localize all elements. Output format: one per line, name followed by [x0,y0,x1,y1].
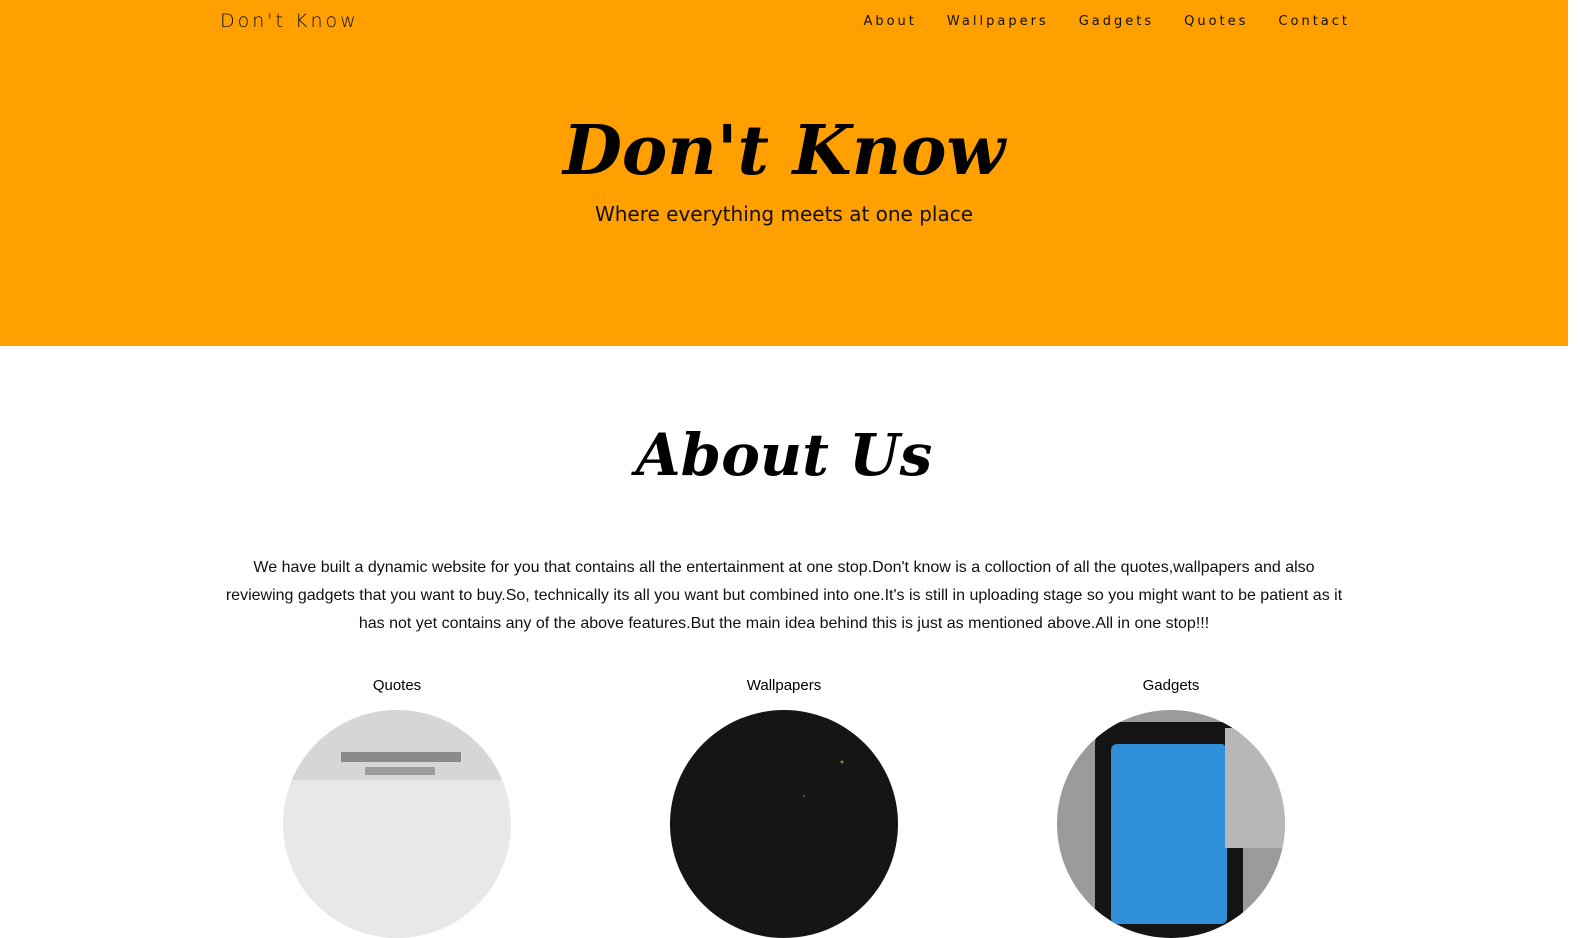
quotes-card: Quotes [247,675,547,938]
nav-link-quotes[interactable]: Quotes [1184,14,1248,29]
gadgets-card-label[interactable]: Gadgets [1021,675,1321,697]
gadgets-image[interactable] [1057,710,1285,938]
wallpapers-card: Wallpapers [634,675,934,938]
gadgets-image-graphic [1057,710,1285,938]
wallpapers-image[interactable] [670,710,898,938]
wallpapers-image-graphic [670,710,898,938]
nav-link-gadgets[interactable]: Gadgets [1079,14,1154,29]
quotes-card-label[interactable]: Quotes [247,675,547,697]
hero-title: Don't Know [562,111,1006,191]
top-nav: About Wallpapers Gadgets Quotes Contact [863,14,1350,29]
gadgets-card: Gadgets [1021,675,1321,938]
wallpapers-card-label[interactable]: Wallpapers [634,675,934,697]
about-text: We have built a dynamic website for you … [225,559,1343,632]
nav-link-contact[interactable]: Contact [1278,14,1350,29]
hero-banner: Don't Know About Wallpapers Gadgets Quot… [0,0,1568,346]
hero-subtitle: Where everything meets at one place [594,202,974,226]
nav-link-wallpapers[interactable]: Wallpapers [947,14,1049,29]
quotes-image[interactable] [283,710,511,938]
nav-link-about[interactable]: About [863,14,916,29]
brand-link[interactable]: Don't Know [220,10,359,32]
about-title: About Us [635,421,933,489]
quotes-image-graphic [283,710,511,938]
